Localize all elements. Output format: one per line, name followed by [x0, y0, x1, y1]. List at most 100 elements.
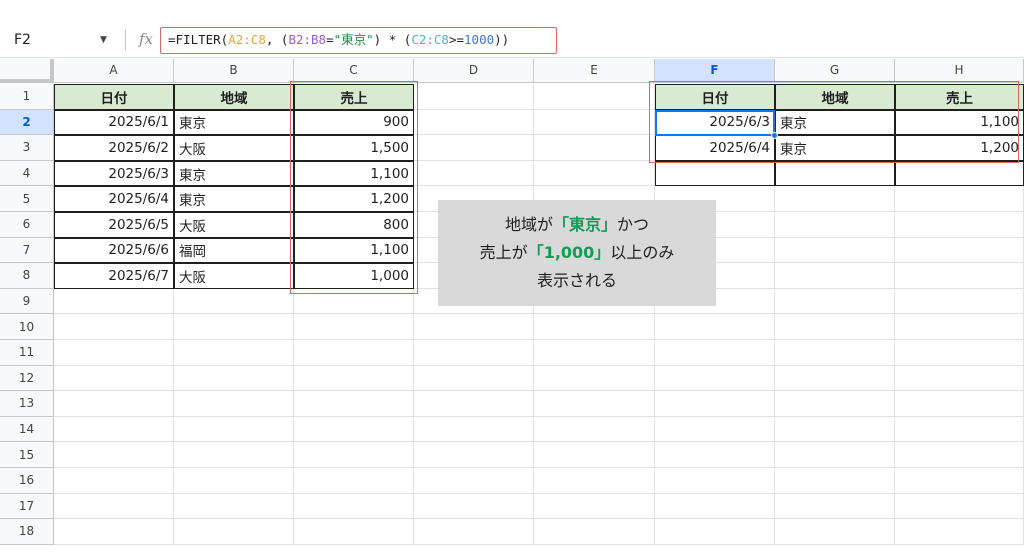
cell[interactable] [534, 109, 655, 136]
source_table-header-cell[interactable]: 日付 [54, 84, 174, 110]
source_table-data-cell[interactable]: 800 [294, 212, 414, 238]
cell[interactable] [775, 493, 895, 520]
cell[interactable] [655, 519, 775, 545]
cell[interactable] [895, 237, 1024, 264]
cell[interactable] [534, 519, 655, 545]
cell[interactable] [534, 468, 655, 494]
select-all-corner[interactable] [0, 59, 54, 83]
cell[interactable] [294, 442, 414, 468]
cell[interactable] [294, 468, 414, 494]
cell[interactable] [174, 365, 294, 392]
source_table-data-cell[interactable]: 大阪 [174, 135, 294, 161]
cell[interactable] [895, 391, 1024, 417]
column-header-a[interactable]: A [54, 59, 174, 83]
cell[interactable] [895, 468, 1024, 494]
cell[interactable] [655, 468, 775, 494]
cell[interactable] [534, 340, 655, 366]
cell[interactable] [775, 416, 895, 443]
row-header-1[interactable]: 1 [0, 84, 54, 110]
result_table-data-cell[interactable]: 1,100 [895, 109, 1024, 136]
source_table-data-cell[interactable]: 2025/6/6 [54, 237, 174, 264]
result_table-header-cell[interactable]: 売上 [895, 84, 1024, 110]
cell[interactable] [655, 365, 775, 392]
cell[interactable] [294, 391, 414, 417]
cell[interactable] [775, 288, 895, 315]
cell[interactable] [895, 493, 1024, 520]
cell[interactable] [655, 442, 775, 468]
cell[interactable] [54, 314, 174, 340]
cell[interactable] [534, 493, 655, 520]
column-header-h[interactable]: H [895, 59, 1024, 83]
cell[interactable] [895, 263, 1024, 289]
cell[interactable] [655, 391, 775, 417]
row-header-18[interactable]: 18 [0, 519, 54, 545]
column-header-c[interactable]: C [294, 59, 414, 83]
row-header-2[interactable]: 2 [0, 109, 54, 136]
cell[interactable] [174, 288, 294, 315]
source_table-data-cell[interactable]: 1,000 [294, 263, 414, 289]
cell[interactable] [294, 493, 414, 520]
cell[interactable] [655, 416, 775, 443]
cell[interactable] [54, 468, 174, 494]
cell[interactable] [54, 288, 174, 315]
cell[interactable] [895, 416, 1024, 443]
cell[interactable] [895, 340, 1024, 366]
result_table-header-cell[interactable]: 日付 [655, 84, 775, 110]
column-header-b[interactable]: B [174, 59, 294, 83]
source_table-data-cell[interactable]: 2025/6/5 [54, 212, 174, 238]
result_table-data-cell[interactable] [775, 160, 895, 187]
cell[interactable] [414, 109, 534, 136]
cell[interactable] [54, 391, 174, 417]
row-header-12[interactable]: 12 [0, 365, 54, 392]
cell[interactable] [655, 493, 775, 520]
cell[interactable] [775, 314, 895, 340]
cell[interactable] [414, 493, 534, 520]
formula-input[interactable]: =FILTER(A2:C8, (B2:B8="東京") * (C2:C8>=10… [168, 30, 509, 50]
cell[interactable] [294, 416, 414, 443]
name-box[interactable]: F2 [14, 30, 94, 50]
cell[interactable] [775, 519, 895, 545]
cell[interactable] [294, 288, 414, 315]
result_table-header-cell[interactable]: 地域 [775, 84, 895, 110]
source_table-data-cell[interactable]: 2025/6/2 [54, 135, 174, 161]
cell[interactable] [534, 84, 655, 110]
fill-handle[interactable] [771, 132, 778, 139]
result_table-data-cell[interactable] [895, 160, 1024, 187]
row-header-17[interactable]: 17 [0, 493, 54, 520]
cell[interactable] [895, 212, 1024, 238]
result_table-data-cell[interactable]: 1,200 [895, 135, 1024, 161]
cell[interactable] [775, 212, 895, 238]
cell[interactable] [174, 340, 294, 366]
cell[interactable] [174, 442, 294, 468]
source_table-data-cell[interactable]: 大阪 [174, 263, 294, 289]
cell[interactable] [534, 135, 655, 161]
result_table-data-cell[interactable]: 東京 [775, 135, 895, 161]
row-header-3[interactable]: 3 [0, 135, 54, 161]
cell[interactable] [414, 416, 534, 443]
row-header-14[interactable]: 14 [0, 416, 54, 443]
result_table-data-cell[interactable]: 東京 [775, 109, 895, 136]
cell[interactable] [775, 186, 895, 212]
cell[interactable] [414, 135, 534, 161]
source_table-data-cell[interactable]: 2025/6/4 [54, 186, 174, 212]
cell[interactable] [414, 468, 534, 494]
source_table-data-cell[interactable]: 900 [294, 109, 414, 136]
source_table-data-cell[interactable]: 大阪 [174, 212, 294, 238]
cell[interactable] [414, 84, 534, 110]
source_table-data-cell[interactable]: 東京 [174, 160, 294, 187]
cell[interactable] [54, 365, 174, 392]
row-header-13[interactable]: 13 [0, 391, 54, 417]
cell[interactable] [775, 237, 895, 264]
cell[interactable] [294, 365, 414, 392]
column-header-f[interactable]: F [655, 59, 775, 83]
cell[interactable] [414, 340, 534, 366]
cell[interactable] [534, 391, 655, 417]
source_table-data-cell[interactable]: 福岡 [174, 237, 294, 264]
cell[interactable] [655, 314, 775, 340]
cell[interactable] [895, 186, 1024, 212]
row-header-11[interactable]: 11 [0, 340, 54, 366]
cell[interactable] [534, 314, 655, 340]
result_table-data-cell[interactable]: 2025/6/3 [655, 109, 775, 136]
cell[interactable] [895, 314, 1024, 340]
result_table-data-cell[interactable]: 2025/6/4 [655, 135, 775, 161]
